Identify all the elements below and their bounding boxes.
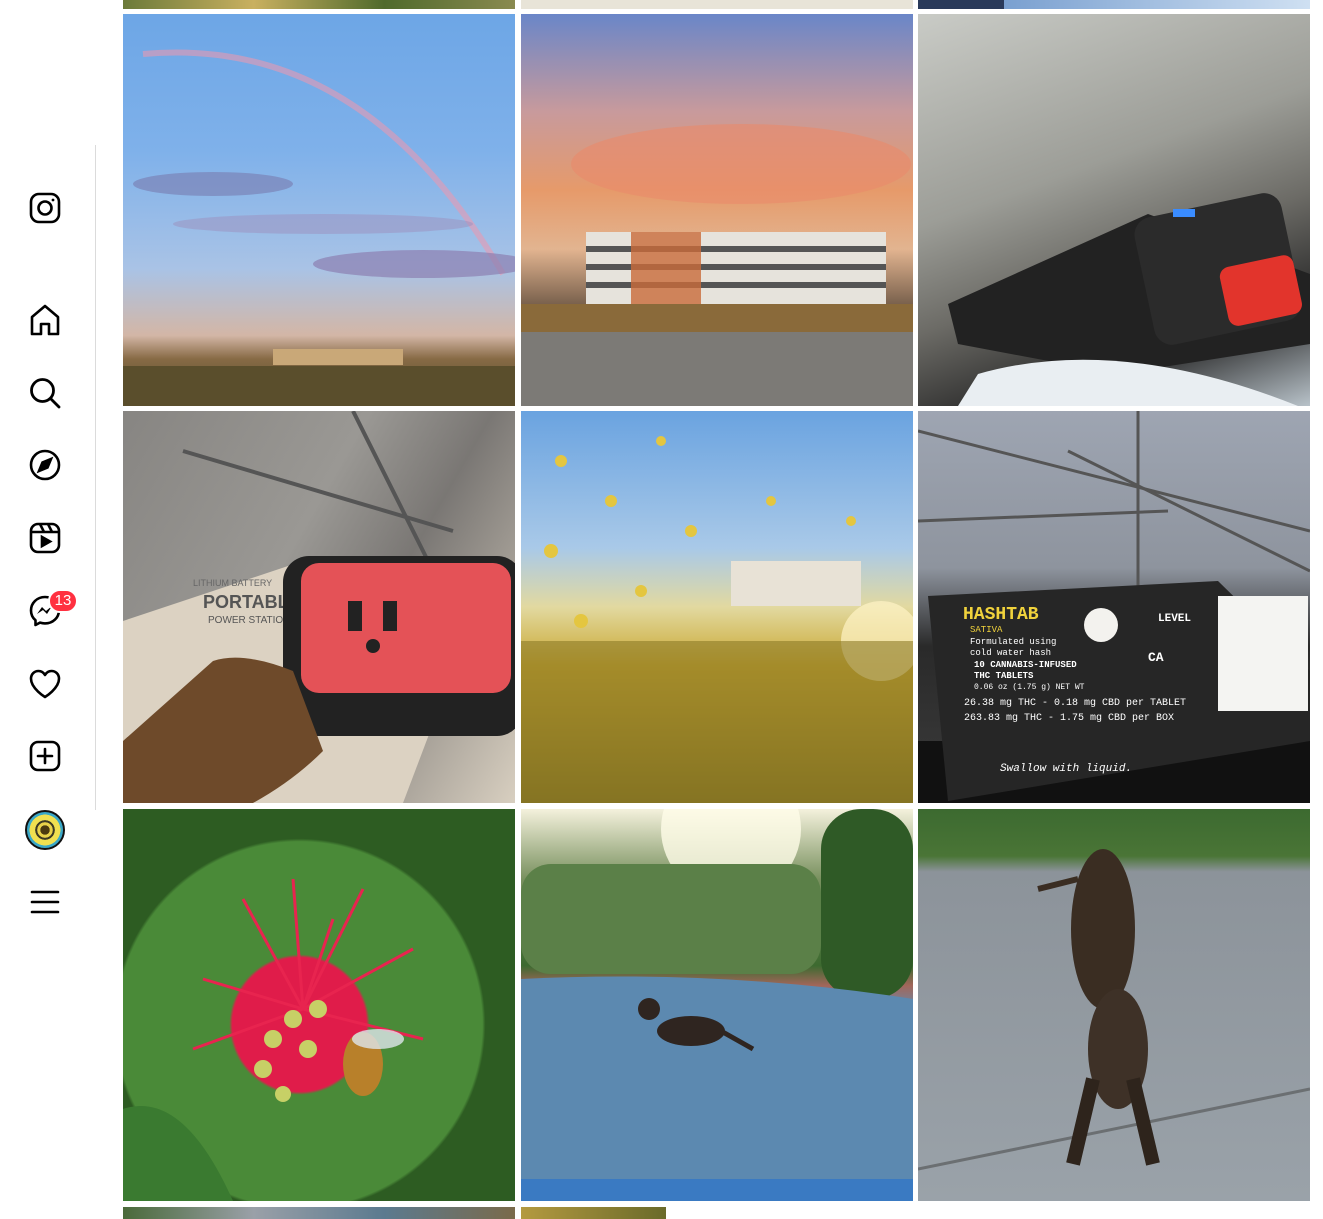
rainbow-image	[123, 49, 515, 406]
nav-search[interactable]	[24, 372, 66, 414]
post-sunset-building[interactable]	[521, 14, 913, 406]
package-text: 10 CANNABIS-INFUSED	[974, 660, 1077, 670]
post-garage-battery[interactable]	[918, 14, 1310, 406]
post-cat-walking[interactable]	[521, 809, 913, 1201]
post-thumbnail-partial[interactable]	[123, 0, 515, 9]
sunset-building-image	[521, 124, 913, 406]
plus-square-icon	[29, 740, 61, 772]
heart-icon	[29, 669, 61, 699]
instagram-logo-icon[interactable]	[24, 187, 66, 229]
post-rainbow[interactable]	[123, 14, 515, 406]
post-thumbnail-partial[interactable]	[123, 1207, 515, 1219]
post-cat-stretching[interactable]	[918, 809, 1310, 1201]
reels-icon	[29, 522, 61, 554]
search-icon	[30, 378, 61, 409]
post-thumbnail-partial[interactable]	[521, 1207, 666, 1219]
post-bee-flower[interactable]	[123, 809, 515, 1201]
menu-icon	[30, 890, 60, 914]
bee-flower-image	[123, 878, 424, 1201]
nav-explore[interactable]	[24, 444, 66, 486]
package-text: Swallow with liquid.	[1000, 763, 1132, 775]
home-icon	[30, 304, 60, 336]
post-hashtab[interactable]: HASHTAB SATIVA Formulated using cold wat…	[918, 411, 1310, 803]
package-text: SATIVA	[970, 625, 1003, 635]
post-yellow-flowers[interactable]	[521, 411, 913, 803]
package-text: Formulated using	[970, 637, 1056, 647]
yellow-flowers-image	[521, 436, 913, 803]
nav-create[interactable]	[24, 735, 66, 777]
compass-icon	[29, 449, 61, 481]
box-text: POWER STATION	[208, 615, 290, 626]
sidebar-divider	[95, 145, 96, 810]
nav-notifications[interactable]	[24, 663, 66, 705]
cat-walking-image	[521, 809, 913, 1201]
package-text: 26.38 mg THC - 0.18 mg CBD per TABLET	[964, 698, 1186, 709]
post-thumbnail-partial[interactable]	[918, 0, 1310, 9]
box-text: LITHIUM BATTERY	[193, 578, 272, 588]
package-text: cold water hash	[970, 648, 1051, 658]
post-portable-power[interactable]: LITHIUM BATTERY PORTABLE POWER STATION	[123, 411, 515, 803]
nav-more[interactable]	[24, 881, 66, 923]
nav-reels[interactable]	[24, 517, 66, 559]
garage-battery-image	[948, 193, 1310, 406]
nav-home[interactable]	[24, 299, 66, 341]
package-text: HASHTAB	[963, 605, 1039, 625]
messages-badge: 13	[48, 589, 78, 613]
portable-power-image: LITHIUM BATTERY PORTABLE POWER STATION	[123, 411, 515, 803]
package-text: CA	[1148, 650, 1164, 665]
hashtab-image: HASHTAB SATIVA Formulated using cold wat…	[918, 411, 1310, 803]
package-text: 0.06 oz (1.75 g) NET WT	[974, 683, 1085, 692]
sidebar: 13	[0, 0, 96, 1219]
profile-avatar[interactable]	[25, 810, 65, 850]
package-text: THC TABLETS	[974, 671, 1034, 681]
cat-stretching-image	[918, 849, 1310, 1171]
package-text: LEVEL	[1158, 613, 1191, 625]
post-thumbnail-partial[interactable]	[521, 0, 913, 9]
package-text: 263.83 mg THC - 1.75 mg CBD per BOX	[964, 713, 1174, 724]
